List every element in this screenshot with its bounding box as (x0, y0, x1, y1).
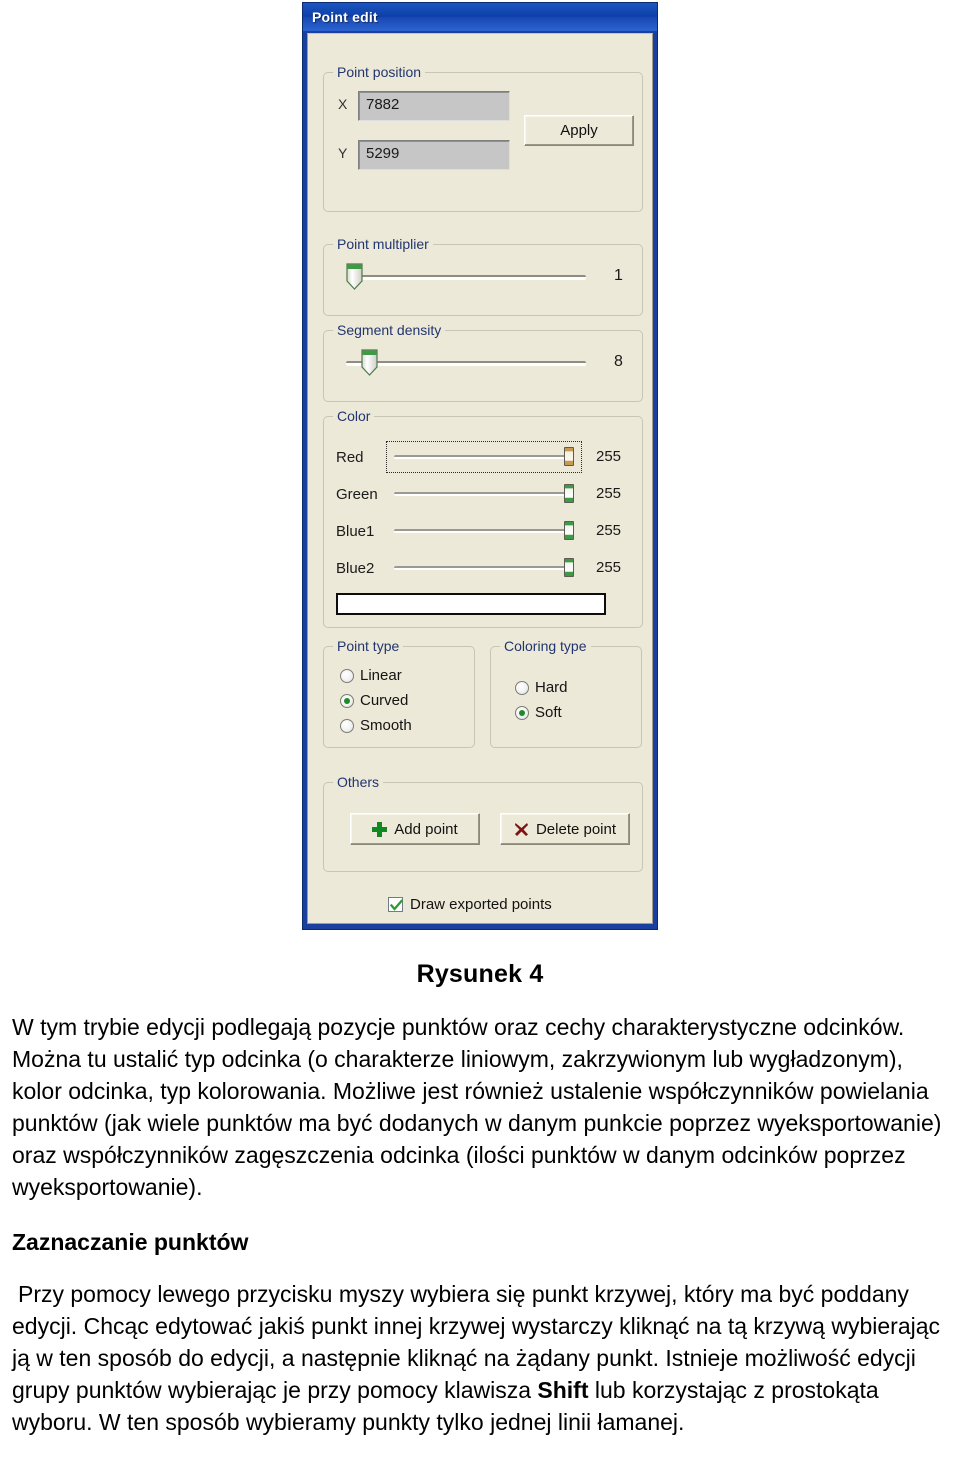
radio-coloring-type-soft[interactable]: Soft (515, 704, 562, 721)
section-heading: Zaznaczanie punktów (12, 1229, 249, 1255)
group-segment-density-legend: Segment density (333, 322, 446, 338)
group-point-position: Point position X 7882 Y 5299 Apply (323, 64, 643, 212)
dialog-title: Point edit (312, 9, 378, 25)
figure-caption: Rysunek 4 (416, 960, 544, 988)
green-slider-thumb[interactable] (564, 484, 574, 503)
red-value: 255 (596, 448, 622, 465)
add-point-label: Add point (394, 820, 458, 838)
point-multiplier-value: 1 (614, 267, 623, 284)
group-color: Color Red 255 Green 255 Blue1 255 Blue2 … (323, 408, 643, 628)
radio-point-type-linear[interactable]: Linear (340, 667, 402, 684)
document-body: Rysunek 4 W tym trybie edycji podlegają … (0, 940, 960, 1438)
radio-icon-linear (340, 668, 354, 683)
dialog-client-area: Point position X 7882 Y 5299 Apply Point… (307, 33, 653, 924)
blue2-value: 255 (596, 559, 622, 576)
delete-point-button[interactable]: Delete point (500, 813, 630, 845)
segment-density-thumb[interactable] (361, 349, 378, 376)
radio-point-type-smooth[interactable]: Smooth (340, 717, 412, 734)
delete-point-label: Delete point (535, 820, 617, 838)
blue2-slider-thumb[interactable] (564, 558, 574, 577)
radio-point-type-curved[interactable]: Curved (340, 692, 408, 709)
radio-icon-hard (515, 680, 529, 695)
radio-label-curved: Curved (360, 692, 409, 709)
point-multiplier-thumb[interactable] (346, 263, 363, 290)
radio-icon-curved (340, 693, 354, 708)
add-point-button[interactable]: Add point (350, 813, 480, 845)
group-segment-density: Segment density 8 (323, 322, 643, 402)
dialog-titlebar[interactable]: Point edit (303, 3, 657, 31)
green-label: Green (336, 486, 378, 503)
radio-coloring-type-hard[interactable]: Hard (515, 679, 568, 696)
color-preview-swatch[interactable] (336, 593, 606, 615)
group-others-legend: Others (333, 774, 384, 790)
green-slider-track[interactable] (394, 492, 574, 496)
plus-icon (372, 821, 388, 837)
checkbox-icon-draw-exported-points[interactable] (388, 897, 403, 912)
blue1-slider-track[interactable] (394, 529, 574, 533)
blue2-slider-track[interactable] (394, 566, 574, 570)
segment-density-value: 8 (614, 353, 623, 370)
x-input[interactable]: 7882 (358, 91, 510, 121)
group-point-type-legend: Point type (333, 638, 404, 654)
point-multiplier-track[interactable] (354, 275, 586, 280)
radio-icon-smooth (340, 718, 354, 733)
paragraph-2-bold-shift: Shift (537, 1377, 589, 1403)
x-icon (514, 822, 529, 837)
paragraph-1: W tym trybie edycji podlegają pozycje pu… (12, 1014, 942, 1200)
segment-density-track[interactable] (346, 361, 586, 366)
group-coloring-type: Coloring type Hard Soft (490, 638, 642, 748)
x-label: X (338, 96, 348, 112)
apply-button[interactable]: Apply (524, 115, 634, 146)
radio-icon-soft (515, 705, 529, 720)
radio-label-hard: Hard (535, 679, 568, 696)
radio-label-soft: Soft (535, 704, 562, 721)
blue2-label: Blue2 (336, 560, 375, 577)
blue1-label: Blue1 (336, 523, 375, 540)
blue1-slider-thumb[interactable] (564, 521, 574, 540)
group-others: Others Add point Delete point (323, 774, 643, 872)
group-point-multiplier-legend: Point multiplier (333, 236, 433, 252)
draw-exported-points-checkbox-row[interactable]: Draw exported points (388, 896, 552, 913)
y-input[interactable]: 5299 (358, 140, 510, 170)
red-label: Red (336, 449, 364, 466)
radio-label-linear: Linear (360, 667, 402, 684)
group-point-position-legend: Point position (333, 64, 426, 80)
group-color-legend: Color (333, 408, 375, 424)
draw-exported-points-label: Draw exported points (410, 896, 552, 913)
group-coloring-type-legend: Coloring type (500, 638, 591, 654)
green-value: 255 (596, 485, 622, 502)
blue1-value: 255 (596, 522, 622, 539)
point-edit-dialog: Point edit Point position X 7882 Y 5299 … (302, 2, 658, 930)
red-slider-thumb[interactable] (564, 447, 574, 466)
group-point-type: Point type Linear Curved Smooth (323, 638, 475, 748)
group-point-multiplier: Point multiplier 1 (323, 236, 643, 316)
radio-label-smooth: Smooth (360, 717, 412, 734)
red-slider-track[interactable] (394, 455, 574, 459)
paragraph-2: Przy pomocy lewego przycisku myszy wybie… (12, 1278, 948, 1438)
y-label: Y (338, 145, 348, 161)
